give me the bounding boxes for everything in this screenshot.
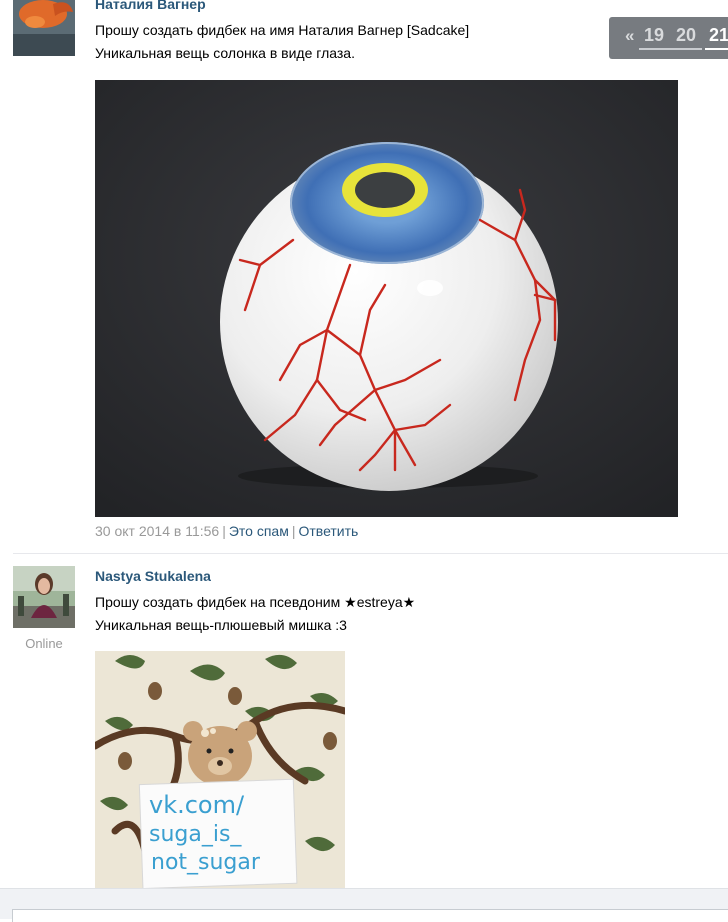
comment-input[interactable] [12, 909, 728, 922]
post-photo[interactable] [95, 80, 678, 517]
page-link-20[interactable]: 20 [676, 25, 696, 46]
online-status: Online [25, 636, 63, 651]
meta-separator: | [222, 523, 226, 539]
author-name[interactable]: Наталия Вагнер [95, 0, 206, 12]
avatar[interactable] [13, 566, 75, 628]
sign-line: vk.com/ [149, 791, 245, 819]
post-divider [13, 553, 728, 554]
page-link-21[interactable]: 21 [709, 25, 728, 46]
prev-page-link[interactable]: « [625, 26, 634, 46]
post-text-line: Уникальная вещь-плюшевый мишка :3 [95, 617, 347, 633]
post-meta: 30 окт 2014 в 11:56 | Это спам | Ответить [95, 523, 358, 539]
current-page-underline [705, 48, 728, 50]
avatar[interactable] [13, 0, 75, 56]
author-name[interactable]: Nastya Stukalena [95, 568, 211, 584]
page-navigator: « 19 20 21 [609, 17, 728, 59]
sign-line: suga_is_ [149, 822, 242, 847]
post-text-line: Прошу создать фидбек на имя Наталия Вагн… [95, 22, 470, 38]
post-text-line: Уникальная вещь солонка в виде глаза. [95, 45, 355, 61]
post-date[interactable]: 30 окт 2014 в 11:56 [95, 523, 219, 539]
meta-separator: | [291, 523, 296, 539]
reply-link[interactable]: Ответить [298, 523, 358, 539]
page-underline [639, 48, 702, 50]
sign-line: not_sugar [151, 850, 261, 875]
post-text-line: Прошу создать фидбек на псевдоним ★estre… [95, 594, 416, 610]
post-photo[interactable]: vk.com/ suga_is_ not_sugar [95, 651, 345, 888]
page-link-19[interactable]: 19 [644, 25, 664, 46]
spam-link[interactable]: Это спам [229, 523, 289, 539]
